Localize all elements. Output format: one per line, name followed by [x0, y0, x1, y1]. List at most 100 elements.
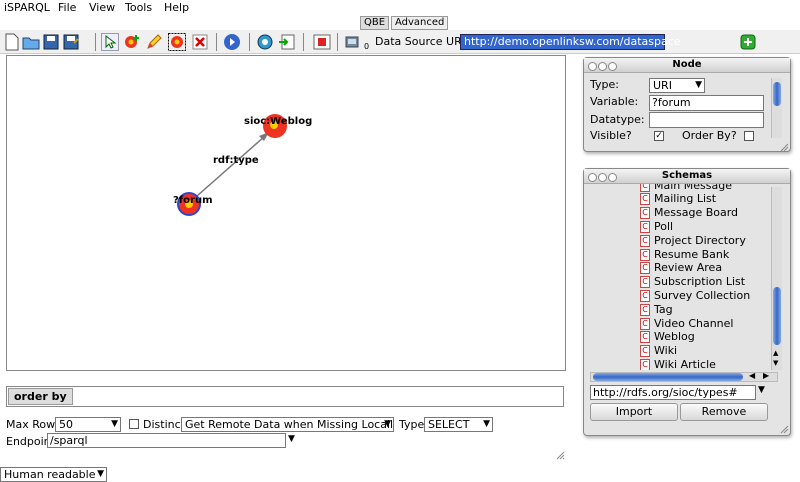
resize-grip-icon[interactable]: [556, 451, 565, 460]
edge-layer: [196, 132, 269, 197]
node-panel-scrollbar[interactable]: [771, 78, 782, 138]
scroll-down-icon[interactable]: ▼: [773, 359, 778, 367]
add-node-icon[interactable]: [123, 33, 141, 51]
zoom-icon[interactable]: [608, 62, 617, 71]
tab-advanced[interactable]: Advanced: [391, 16, 449, 30]
scroll-up-icon[interactable]: ▲: [773, 349, 778, 357]
chevron-down-icon[interactable]: ▼: [288, 434, 295, 444]
save-as-icon[interactable]: [62, 33, 80, 51]
output-format-select[interactable]: Human readable ▼: [0, 467, 107, 482]
schema-item[interactable]: C Subscription List: [640, 275, 745, 289]
chevron-down-icon: ▼: [111, 419, 118, 429]
class-icon: C: [640, 193, 650, 205]
menu-tools[interactable]: Tools: [125, 1, 152, 14]
schema-item[interactable]: C Wiki Article: [640, 358, 716, 370]
class-icon: C: [640, 207, 650, 219]
menu-view[interactable]: View: [89, 1, 115, 14]
order-by-checkbox[interactable]: [744, 131, 754, 141]
class-icon: C: [640, 359, 650, 370]
order-by-bar[interactable]: order by: [6, 386, 564, 407]
import-icon[interactable]: [278, 33, 296, 51]
schema-uri-input[interactable]: http://rdfs.org/sioc/types#: [590, 385, 756, 400]
output-format-value: Human readable: [4, 468, 96, 481]
schema-item[interactable]: C Resume Bank: [640, 248, 729, 262]
run-query-icon[interactable]: [223, 33, 241, 51]
schema-item[interactable]: C Video Channel: [640, 317, 733, 331]
chevron-down-icon: ▼: [384, 419, 391, 429]
data-source-uri-input[interactable]: http://demo.openlinksw.com/dataspace: [460, 34, 681, 50]
select-pointer-icon[interactable]: [101, 33, 119, 51]
close-icon[interactable]: [588, 62, 597, 71]
clear-canvas-icon[interactable]: [313, 33, 331, 51]
schema-vertical-scrollbar[interactable]: ▲ ▼: [771, 187, 782, 370]
max-rows-select[interactable]: 50 ▼: [55, 417, 121, 432]
window-buttons[interactable]: [588, 61, 618, 74]
tab-qbe[interactable]: QBE: [360, 16, 390, 30]
scroll-left-icon[interactable]: ◀: [749, 371, 755, 380]
schema-item[interactable]: C Review Area: [640, 261, 722, 275]
save-icon[interactable]: [42, 33, 60, 51]
datatype-label: Datatype:: [590, 113, 645, 126]
toolbar-separator: [249, 33, 250, 51]
variable-input[interactable]: ?forum: [649, 95, 764, 111]
app-menu[interactable]: iSPARQL: [4, 1, 50, 14]
menu-file[interactable]: File: [58, 1, 76, 14]
edge-line[interactable]: [196, 135, 266, 197]
scroll-right-icon[interactable]: ▶: [763, 371, 769, 380]
new-file-icon[interactable]: [3, 33, 21, 51]
delete-icon[interactable]: [191, 33, 209, 51]
schema-item-label: Mailing List: [654, 192, 717, 205]
edit-pencil-icon[interactable]: [145, 33, 163, 51]
node-label: ?forum: [173, 195, 213, 206]
visible-checkbox[interactable]: ✓: [654, 131, 664, 141]
open-folder-icon[interactable]: [22, 33, 40, 51]
scrollbar-thumb[interactable]: [593, 373, 743, 381]
minimize-icon[interactable]: [598, 173, 607, 182]
schema-item[interactable]: C Wiki: [640, 344, 677, 358]
order-by-button[interactable]: order by: [8, 388, 73, 405]
visible-label: Visible?: [590, 129, 632, 142]
data-source-label: Data Source URI: [375, 35, 465, 48]
schema-tree: C Main Message C Mailing List C Message Boa…: [584, 184, 782, 370]
query-canvas[interactable]: sioc:Weblog ?forum rdf:type: [6, 55, 566, 371]
scrollbar-thumb[interactable]: [773, 287, 781, 345]
menu-help[interactable]: Help: [164, 1, 189, 14]
node-label: sioc:Weblog: [244, 116, 313, 127]
schema-item[interactable]: C Project Directory: [640, 234, 746, 248]
schema-item-label: Tag: [654, 303, 673, 316]
query-type-value: SELECT: [428, 418, 470, 431]
distinct-checkbox[interactable]: [129, 419, 139, 429]
datatype-input[interactable]: [649, 112, 764, 128]
schema-item-label: Project Directory: [654, 234, 746, 247]
remove-button[interactable]: Remove: [680, 403, 768, 421]
endpoint-input[interactable]: /sparql: [47, 433, 286, 448]
add-source-icon[interactable]: [739, 33, 757, 51]
query-type-select[interactable]: SELECT ▼: [424, 417, 493, 432]
schema-item[interactable]: C Tag: [640, 303, 673, 317]
schemas-panel: Schemas C Main Message C Mailing List C Mes…: [583, 168, 791, 436]
schema-horizontal-scrollbar[interactable]: ◀ ▶: [590, 371, 778, 382]
scrollbar-thumb[interactable]: [773, 82, 781, 106]
schema-item[interactable]: C Weblog: [640, 330, 695, 344]
schema-item[interactable]: C Poll: [640, 220, 673, 234]
schema-item-label: Video Channel: [654, 317, 734, 330]
zoom-icon[interactable]: [608, 173, 617, 182]
add-group-icon[interactable]: [168, 33, 186, 51]
minimize-icon[interactable]: [598, 62, 607, 71]
chevron-down-icon[interactable]: ▼: [758, 385, 765, 395]
resize-grip-icon[interactable]: [780, 143, 789, 152]
import-button[interactable]: Import: [590, 403, 678, 421]
resize-grip-icon[interactable]: [780, 425, 789, 434]
close-icon[interactable]: [588, 173, 597, 182]
remote-data-select[interactable]: Get Remote Data when Missing Locally ▼: [181, 417, 394, 432]
toolbar-separator: [95, 33, 96, 51]
data-source-icon: [345, 36, 359, 48]
settings-gear-icon[interactable]: [256, 33, 274, 51]
class-icon: C: [640, 290, 650, 302]
schema-item[interactable]: C Mailing List: [640, 192, 716, 206]
node-type-select[interactable]: URI ▼: [649, 78, 705, 93]
schema-item[interactable]: C Survey Collection: [640, 289, 750, 303]
schema-item[interactable]: C Message Board: [640, 206, 738, 220]
class-icon: C: [640, 249, 650, 261]
class-icon: C: [640, 262, 650, 274]
